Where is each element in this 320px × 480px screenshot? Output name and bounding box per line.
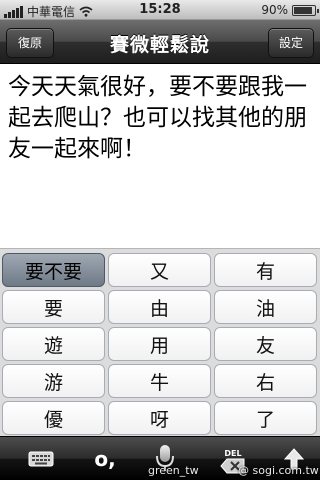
keyboard-icon [28, 451, 54, 467]
candidate-cell[interactable]: 優 [2, 401, 105, 435]
watermark-left: green_tw [148, 464, 199, 477]
candidate-cell[interactable]: 要 [2, 290, 105, 324]
undo-button[interactable]: 復原 [6, 28, 54, 58]
candidate-cell[interactable]: 了 [214, 401, 317, 435]
status-right: 90% [261, 3, 319, 17]
candidate-cell[interactable]: 游 [2, 364, 105, 398]
candidate-cell[interactable]: 有 [214, 253, 317, 287]
candidate-cell[interactable]: 呀 [108, 401, 211, 435]
candidate-grid: 要不要又有要由油遊用友游牛右優呀了 [0, 248, 320, 436]
candidate-cell[interactable]: 用 [108, 327, 211, 361]
settings-button[interactable]: 設定 [268, 28, 314, 58]
candidate-cell[interactable]: 又 [108, 253, 211, 287]
bottom-toolbar: o, DEL green_tw @ sogi.com.tw [0, 436, 320, 480]
candidate-cell[interactable]: 友 [214, 327, 317, 361]
keyboard-button[interactable] [16, 437, 66, 480]
candidate-cell[interactable]: 由 [108, 290, 211, 324]
candidate-cell[interactable]: 要不要 [2, 253, 105, 287]
battery-percent: 90% [261, 3, 288, 17]
punctuation-button[interactable]: o, [80, 437, 130, 480]
text-input-area[interactable]: 今天天氣很好，要不要跟我一起去爬山？也可以找其他的朋友一起來啊！ [8, 72, 314, 242]
app-title: 賽微輕鬆說 [109, 34, 210, 56]
watermark-right: @ sogi.com.tw [238, 464, 319, 477]
candidate-cell[interactable]: 右 [214, 364, 317, 398]
navigation-bar: 復原 賽微輕鬆說 設定 [0, 20, 320, 64]
candidate-cell[interactable]: 油 [214, 290, 317, 324]
battery-icon [292, 4, 319, 16]
delete-label: DEL [224, 448, 242, 458]
battery-fill [294, 6, 312, 14]
candidate-cell[interactable]: 遊 [2, 327, 105, 361]
candidate-cell[interactable]: 牛 [108, 364, 211, 398]
status-bar: 中華電信 15:28 90% [0, 0, 320, 20]
